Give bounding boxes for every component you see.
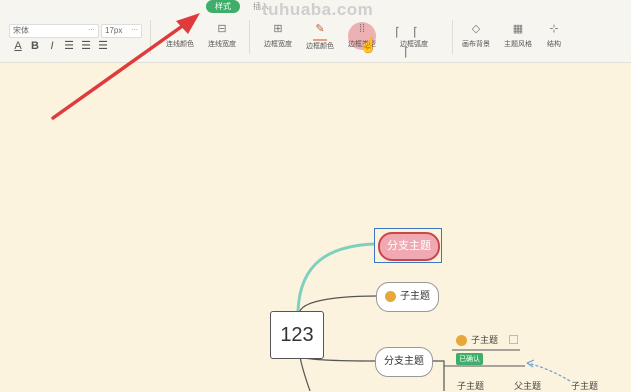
note-icon[interactable] (509, 335, 518, 344)
child-topic-a[interactable]: 子主题 (457, 379, 484, 392)
subtopic-2-label: 子主题 (471, 335, 499, 345)
parent-topic[interactable]: 父主题 (514, 379, 541, 392)
branch-topic-2[interactable]: 分支主题 (375, 347, 433, 377)
branch-topic-label: 分支主题 (378, 232, 440, 261)
root-topic[interactable]: 123 (270, 311, 324, 359)
priority-icon (456, 335, 467, 347)
branch-topic-selected[interactable]: 分支主题 (374, 228, 442, 263)
child-topic-b[interactable]: 子主题 (571, 379, 598, 392)
subtopic-2[interactable]: 子主题 (456, 333, 499, 347)
subtopic-node[interactable]: 子主题 (376, 282, 439, 312)
subtopic-label: 子主题 (400, 291, 430, 302)
branch-topic-2-label: 分支主题 (384, 356, 424, 367)
priority-icon (385, 290, 396, 302)
status-badge: 已确认 (456, 353, 483, 365)
